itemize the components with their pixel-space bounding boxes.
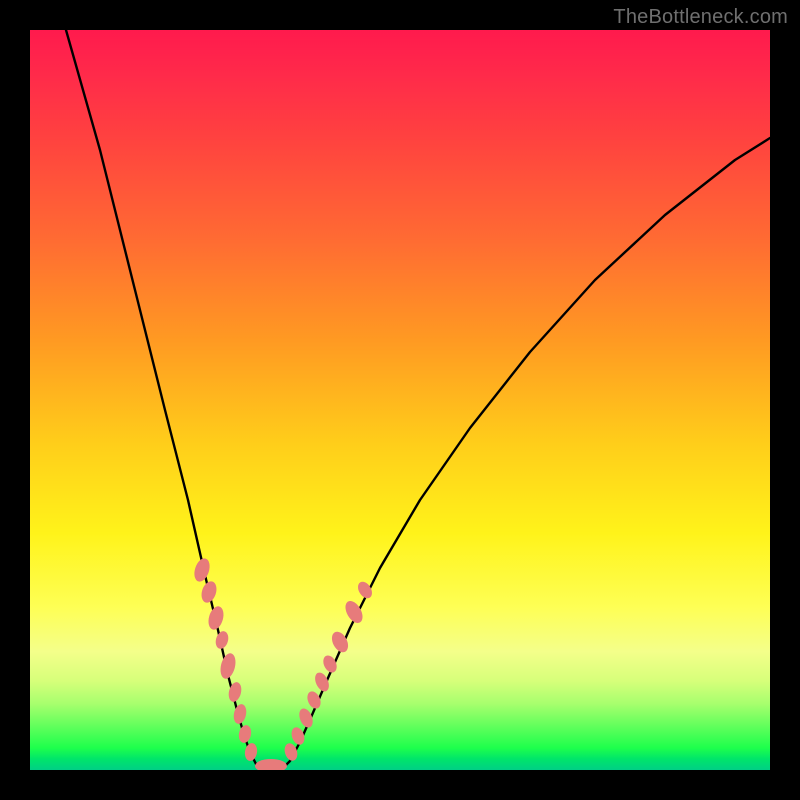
marker-10 [283, 742, 300, 763]
curve-layer [30, 30, 770, 770]
marker-2 [206, 605, 226, 632]
marker-12 [297, 706, 316, 729]
marker-9 [255, 759, 287, 770]
marker-11 [289, 725, 306, 746]
watermark-text: TheBottleneck.com [613, 6, 788, 29]
marker-3 [214, 630, 230, 651]
marker-6 [232, 703, 248, 725]
marker-13 [305, 689, 323, 710]
plot-area [30, 30, 770, 770]
marker-1 [199, 579, 219, 604]
marker-8 [244, 742, 259, 762]
curve-right-arm [282, 138, 770, 769]
chart-frame: TheBottleneck.com [0, 0, 800, 800]
marker-7 [237, 724, 252, 744]
marker-4 [218, 652, 238, 681]
marker-0 [192, 556, 213, 583]
